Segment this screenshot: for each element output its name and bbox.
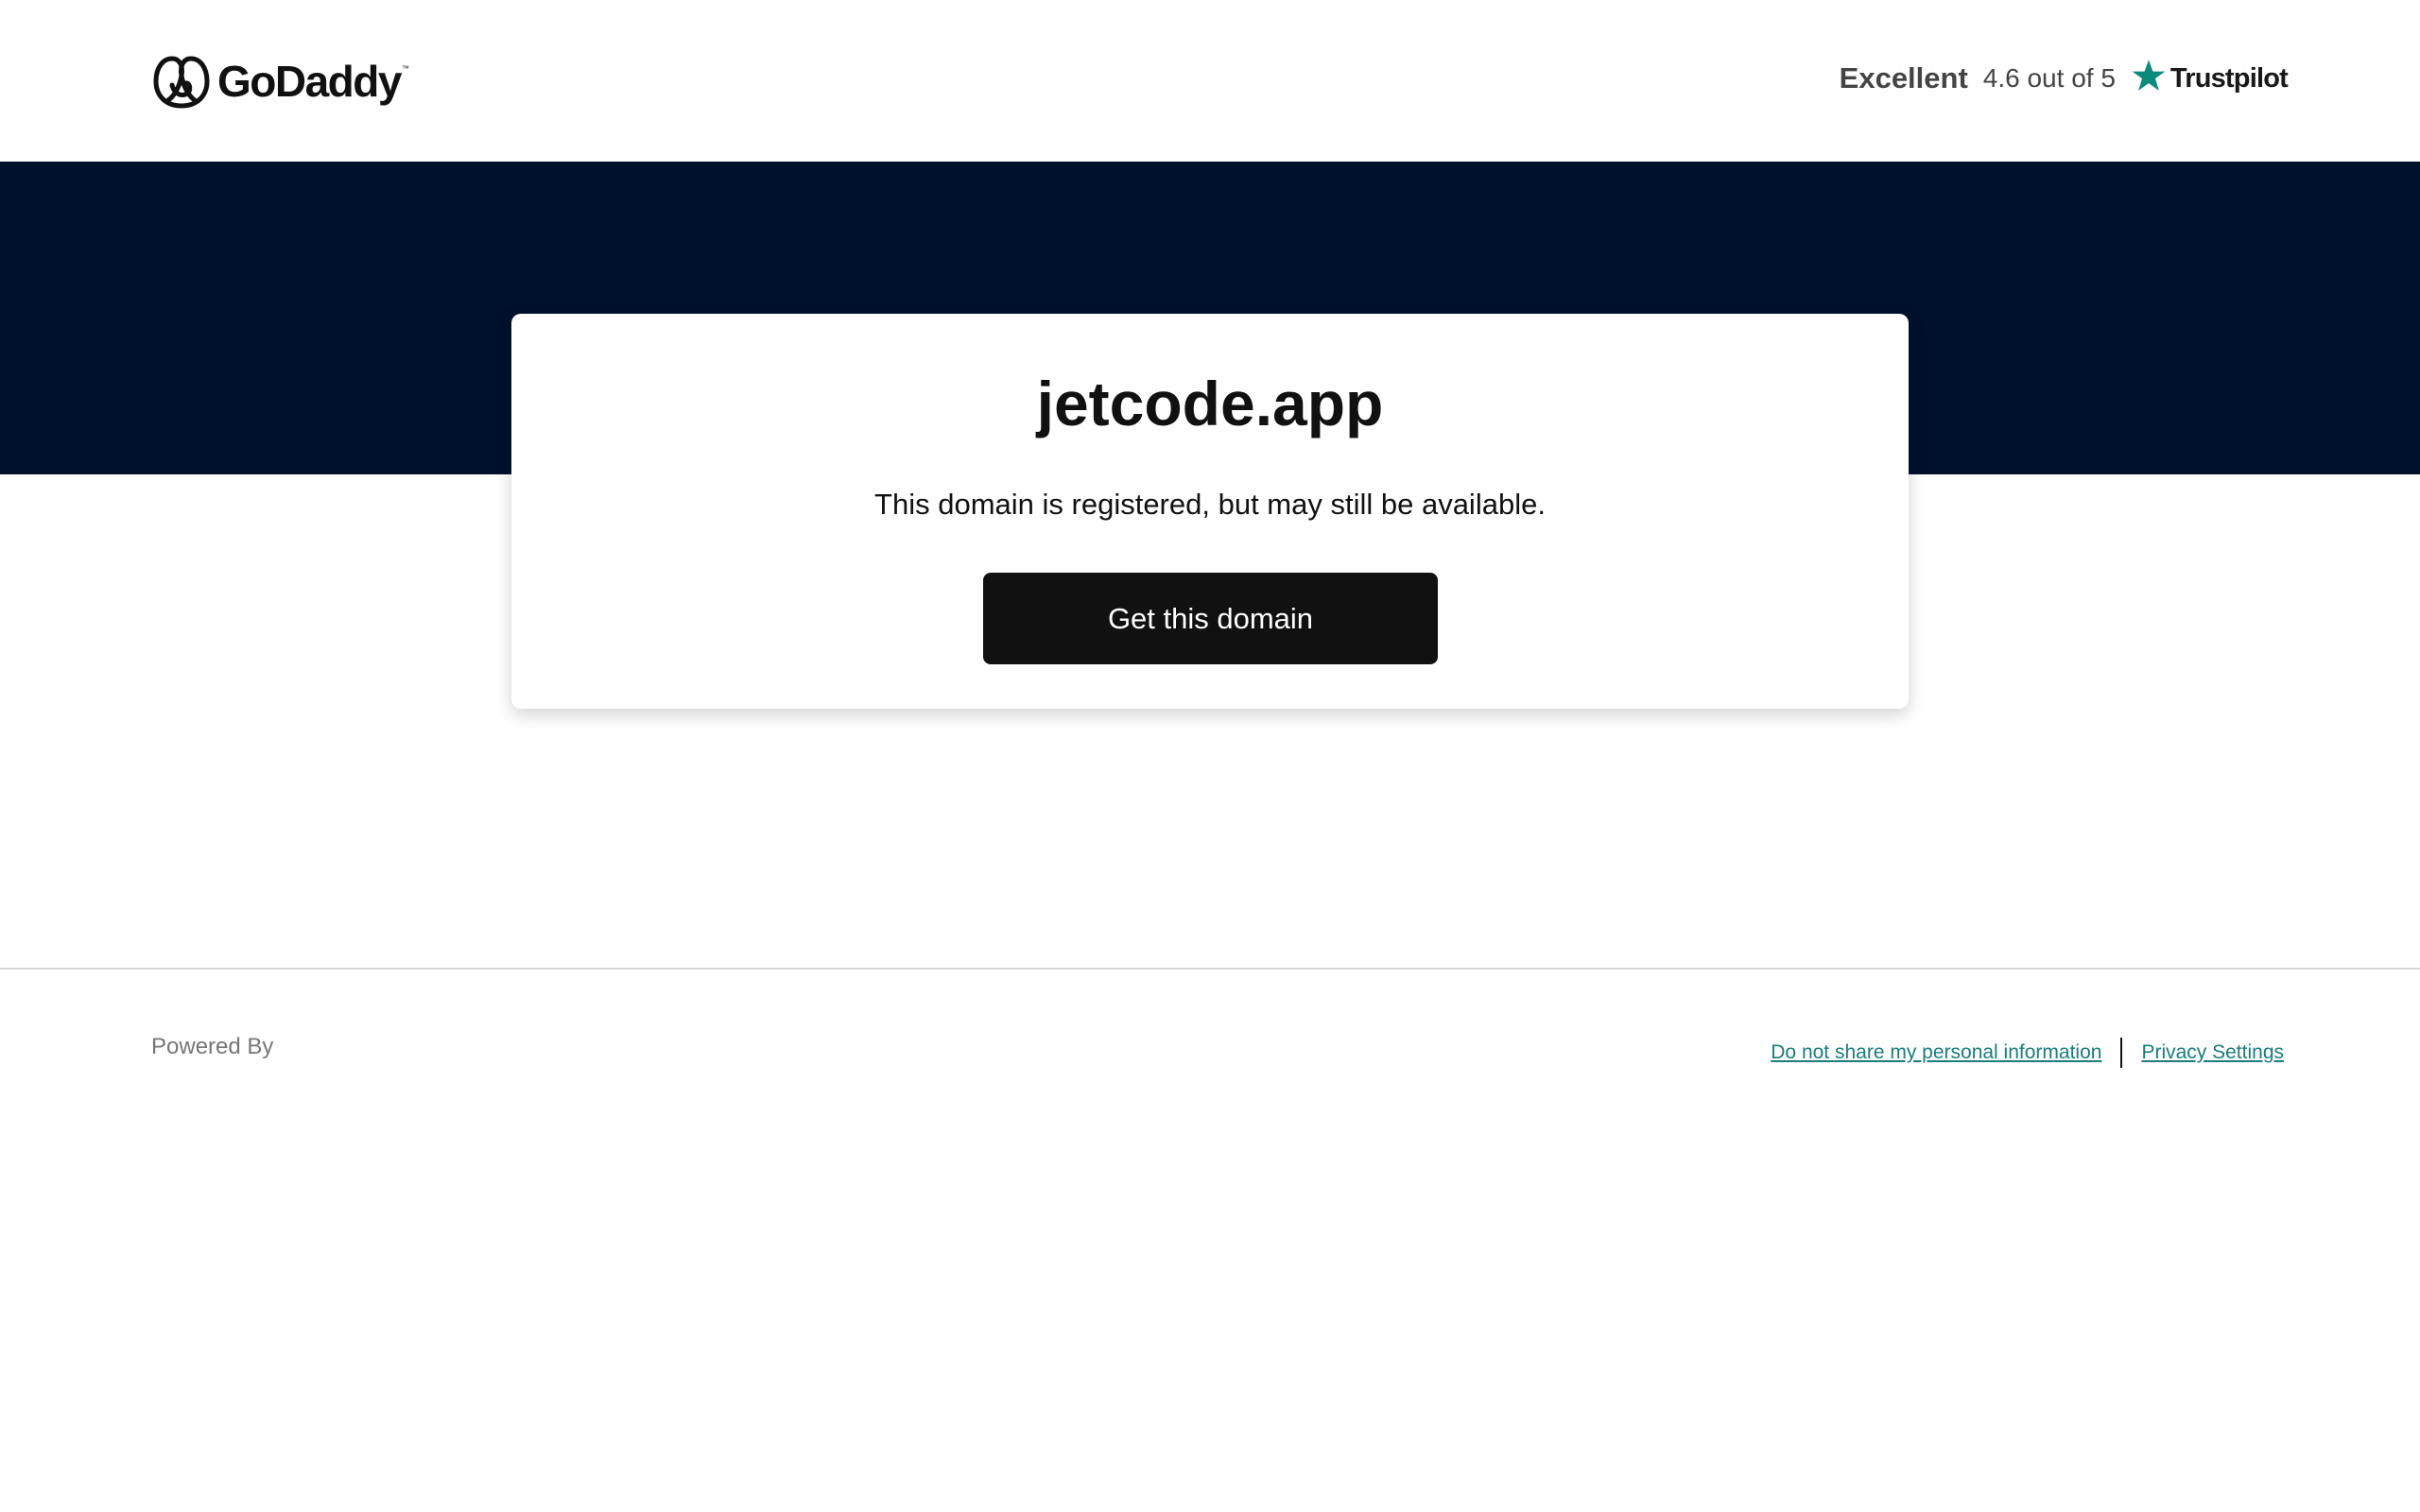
privacy-settings-link[interactable]: Privacy Settings — [2141, 1041, 2284, 1064]
get-this-domain-button[interactable]: Get this domain — [983, 573, 1438, 664]
trustpilot-wordmark: Trustpilot — [2169, 62, 2289, 94]
page: GoDaddy ™ Excellent 4.6 out of 5 Trustpi… — [0, 0, 2420, 1512]
godaddy-logo-link[interactable]: GoDaddy ™ — [151, 53, 409, 110]
footer-divider — [0, 968, 2420, 970]
rating-score: 4.6 out of 5 — [1982, 63, 2116, 93]
trustpilot-rating[interactable]: Excellent 4.6 out of 5 Trustpilot — [1839, 55, 2289, 102]
site-header: GoDaddy ™ Excellent 4.6 out of 5 Trustpi… — [0, 0, 2420, 162]
trustpilot-star-icon — [2132, 60, 2166, 91]
domain-card: jetcode.app This domain is registered, b… — [511, 314, 1909, 709]
rating-label: Excellent — [1839, 61, 1968, 94]
do-not-share-link[interactable]: Do not share my personal information — [1771, 1041, 2101, 1064]
trademark-mark: ™ — [401, 64, 409, 73]
footer-links: Do not share my personal information Pri… — [1771, 1034, 2284, 1072]
footer-link-separator — [2120, 1038, 2123, 1068]
domain-status-text: This domain is registered, but may still… — [874, 488, 1546, 521]
domain-name: jetcode.app — [1036, 369, 1384, 438]
godaddy-logo-icon — [153, 56, 210, 109]
logo-wordmark: GoDaddy — [217, 57, 402, 106]
powered-by-text: Powered By — [151, 1034, 274, 1059]
